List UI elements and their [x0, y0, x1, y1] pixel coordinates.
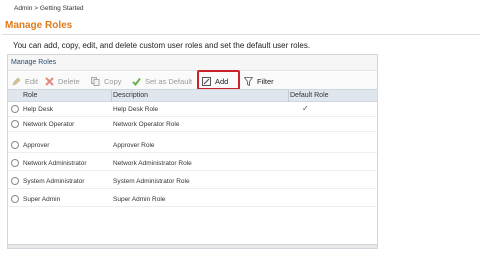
- edit-button[interactable]: Edit: [12, 75, 38, 87]
- column-header-role[interactable]: Role: [23, 92, 37, 99]
- row-radio[interactable]: [11, 159, 19, 167]
- copy-label: Copy: [104, 76, 122, 86]
- delete-label: Delete: [58, 76, 80, 86]
- pencil-icon: [12, 77, 21, 85]
- table-row[interactable]: Help Desk Help Desk Role ✓: [8, 102, 377, 117]
- role-cell: Network Administrator: [23, 160, 87, 167]
- panel-title: Manage Roles: [11, 59, 57, 66]
- delete-button[interactable]: Delete: [45, 75, 80, 87]
- table-row[interactable]: Super Admin Super Admin Role: [8, 192, 377, 207]
- set-default-button[interactable]: Set as Default: [132, 75, 192, 87]
- set-default-label: Set as Default: [145, 76, 193, 86]
- checkmark-icon: [132, 77, 141, 86]
- description-cell: Super Admin Role: [113, 196, 166, 203]
- edit-label: Edit: [25, 76, 38, 86]
- title-divider: [2, 34, 480, 35]
- copy-icon: [91, 76, 100, 86]
- column-separator[interactable]: [111, 90, 112, 102]
- roles-panel: Manage Roles Edit Delete Copy Set as Def…: [7, 54, 378, 249]
- description-cell: Approver Role: [113, 142, 155, 149]
- description-cell: Network Operator Role: [113, 121, 180, 128]
- row-radio[interactable]: [11, 177, 19, 185]
- filter-label: Filter: [257, 76, 274, 86]
- filter-funnel-icon: [244, 76, 253, 86]
- table-row[interactable]: System Administrator System Administrato…: [8, 174, 377, 189]
- column-header-description[interactable]: Description: [113, 92, 148, 99]
- delete-x-icon: [45, 76, 54, 86]
- toolbar: Edit Delete Copy Set as Default Add Filt…: [8, 72, 377, 90]
- copy-button[interactable]: Copy: [91, 75, 122, 87]
- column-separator[interactable]: [288, 90, 289, 102]
- horizontal-scrollbar[interactable]: [8, 244, 377, 248]
- table-row[interactable]: Network Operator Network Operator Role: [8, 117, 377, 132]
- page-title: Manage Roles: [5, 20, 73, 31]
- intro-text: You can add, copy, edit, and delete cust…: [13, 41, 311, 50]
- table-row[interactable]: Network Administrator Network Administra…: [8, 156, 377, 171]
- row-radio[interactable]: [11, 105, 19, 113]
- role-cell: Network Operator: [23, 121, 75, 128]
- row-radio[interactable]: [11, 195, 19, 203]
- add-highlight-box: [197, 70, 240, 90]
- description-cell: System Administrator Role: [113, 178, 190, 185]
- description-cell: Network Administrator Role: [113, 160, 192, 167]
- filter-button[interactable]: Filter: [244, 75, 274, 87]
- row-radio[interactable]: [11, 120, 19, 128]
- role-cell: Approver: [23, 142, 50, 149]
- panel-header: Manage Roles: [8, 55, 377, 71]
- description-cell: Help Desk Role: [113, 106, 159, 113]
- breadcrumb[interactable]: Admin > Getting Started: [14, 5, 84, 12]
- table-row[interactable]: Approver Approver Role: [8, 138, 377, 153]
- role-cell: System Administrator: [23, 178, 85, 185]
- grid-header: Role Description Default Role: [8, 89, 377, 102]
- default-role-cell: ✓: [302, 104, 309, 113]
- row-radio[interactable]: [11, 141, 19, 149]
- column-header-default-role[interactable]: Default Role: [290, 92, 329, 99]
- role-cell: Super Admin: [23, 196, 61, 203]
- role-cell: Help Desk: [23, 106, 53, 113]
